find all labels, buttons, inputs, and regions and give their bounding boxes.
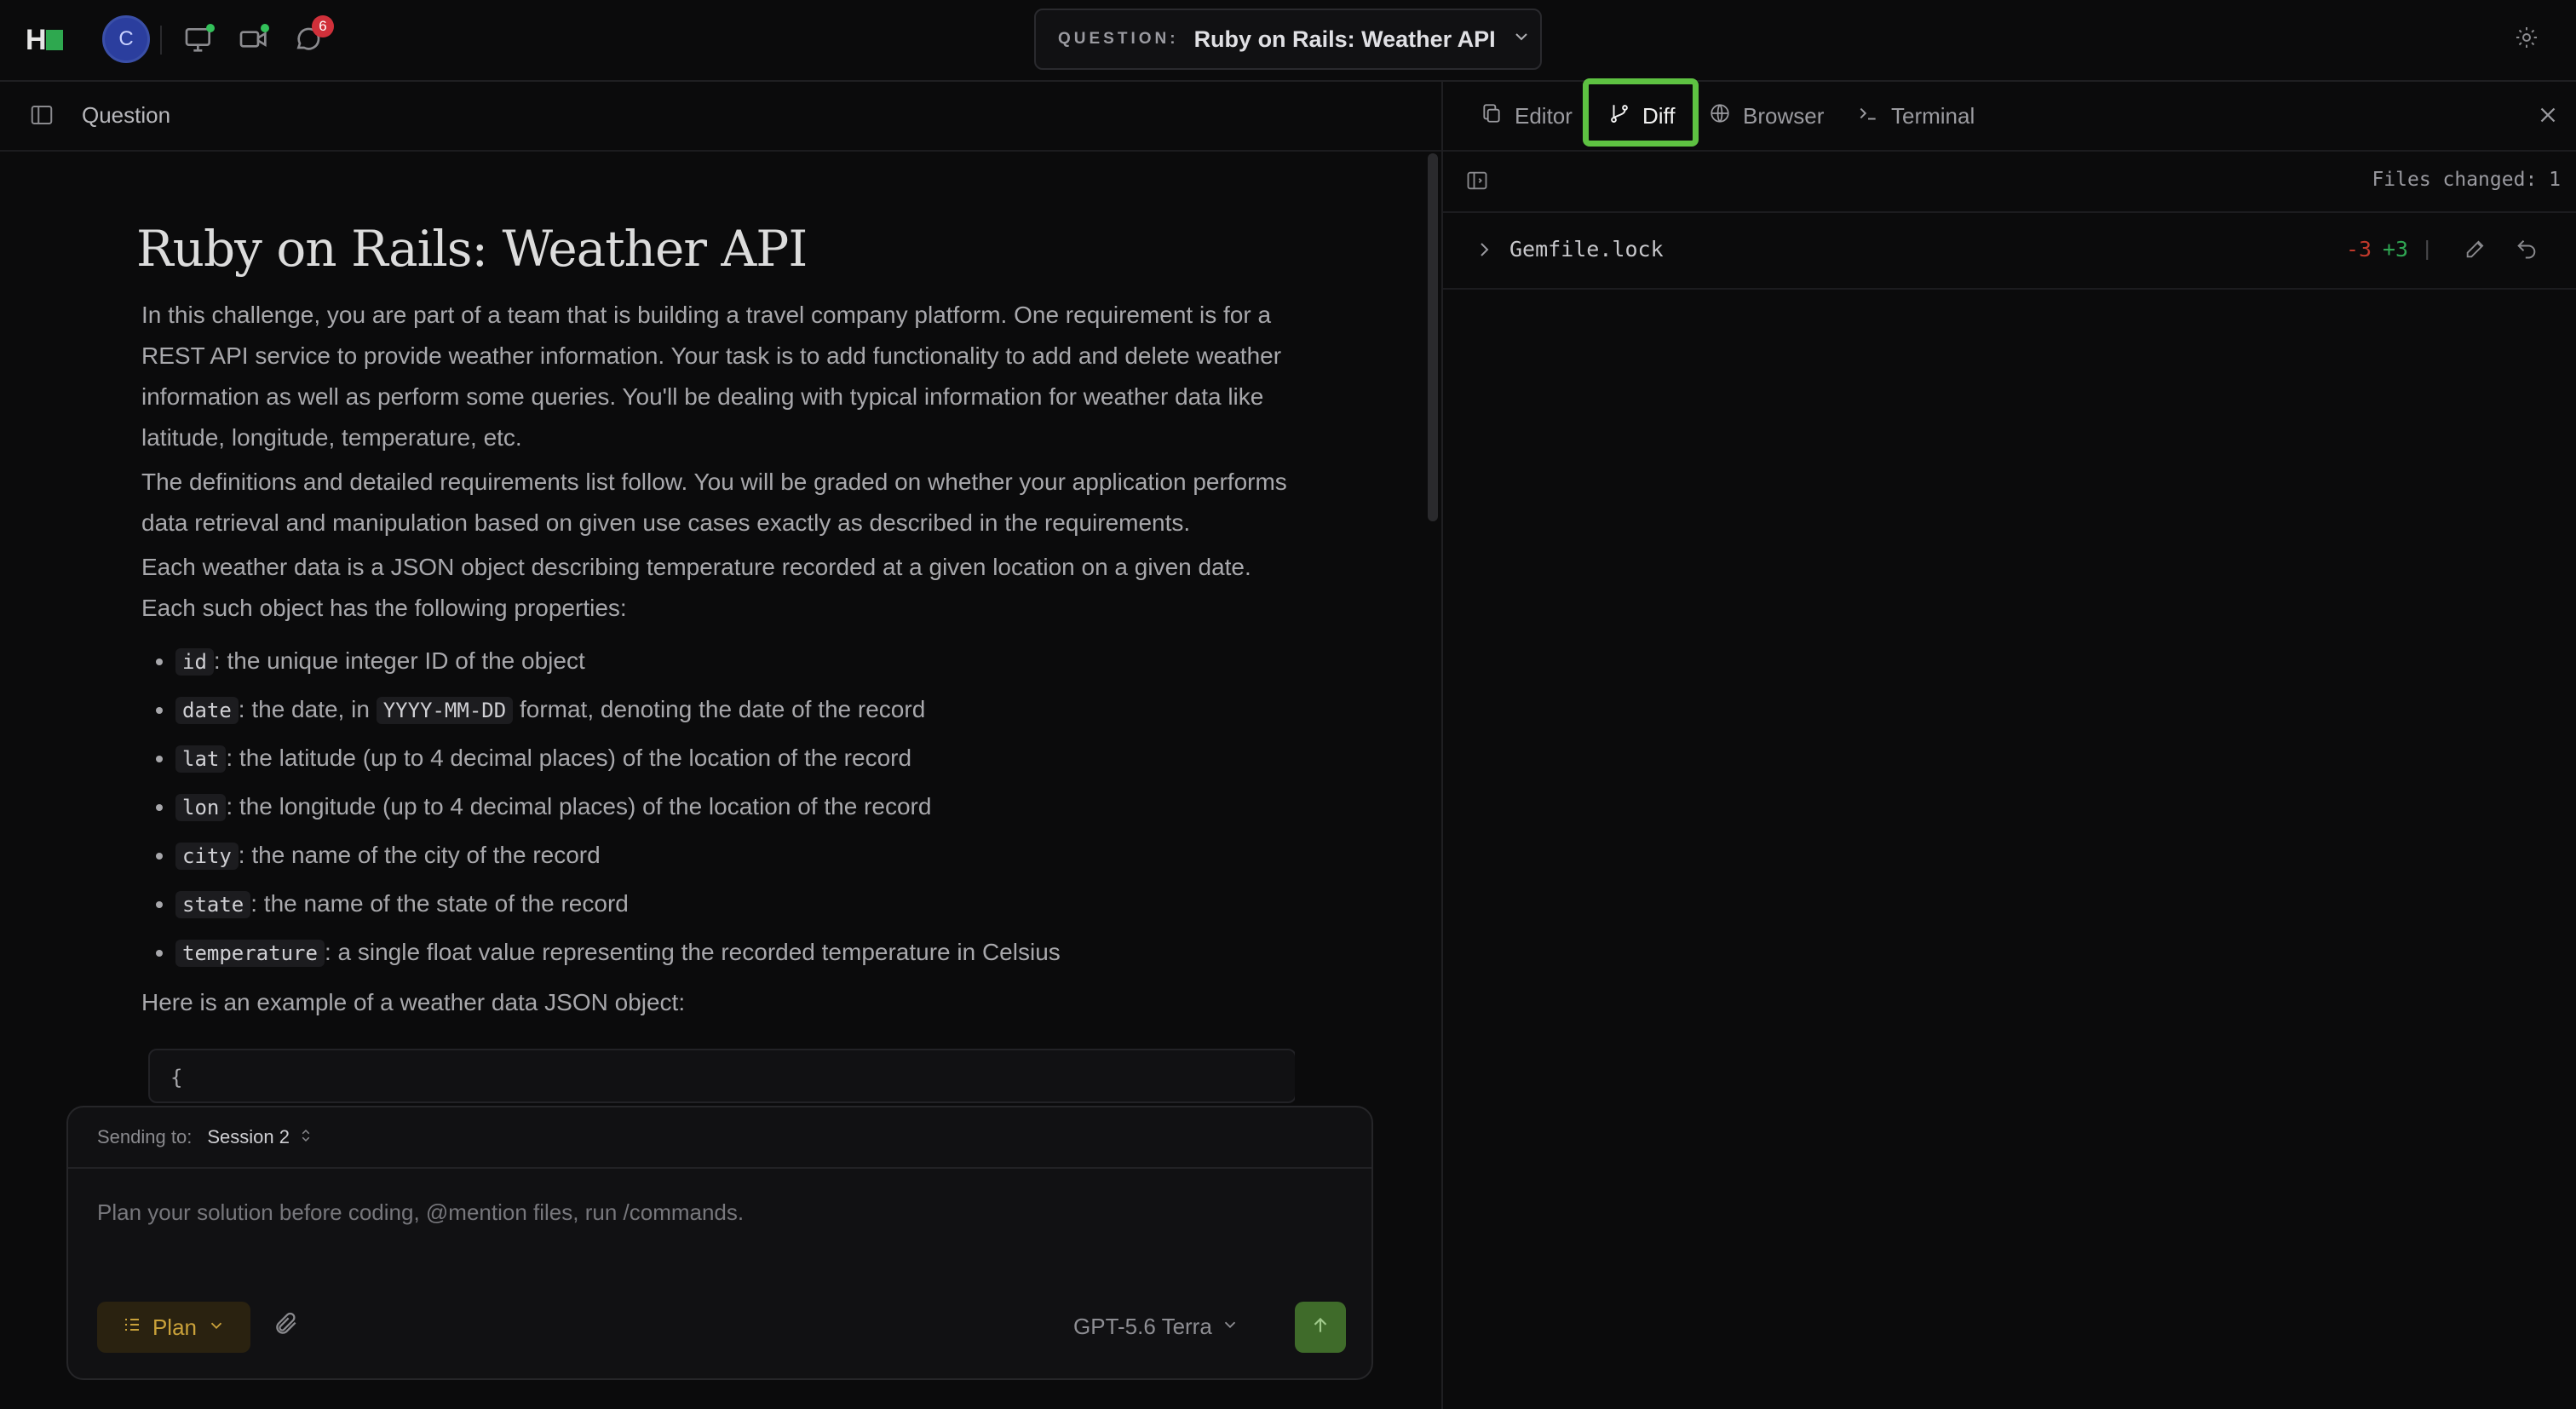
chevron-down-icon [207, 1314, 226, 1341]
property-text: : the latitude (up to 4 decimal places) … [226, 745, 912, 771]
app-logo[interactable]: H [26, 26, 65, 55]
property-text: : the date, in [238, 696, 377, 722]
property-list: id: the unique integer ID of the object … [141, 637, 1295, 977]
chevron-right-icon[interactable] [1474, 239, 1494, 261]
chevron-up-down-icon [298, 1128, 313, 1147]
message-input[interactable]: Plan your solution before coding, @menti… [97, 1199, 744, 1226]
property-text: : the longitude (up to 4 decimal places)… [226, 793, 932, 820]
question-panel-header: Question [0, 82, 1441, 152]
avatar-initial: C [118, 27, 134, 50]
paragraph: The definitions and detailed requirement… [141, 469, 1287, 536]
gear-icon[interactable] [2513, 24, 2544, 55]
property-code: lat [175, 745, 227, 773]
status-dot [261, 24, 269, 32]
paperclip-icon[interactable] [273, 1310, 307, 1344]
file-name[interactable]: Gemfile.lock [1509, 237, 1664, 262]
example-intro: Here is an example of a weather data JSO… [141, 989, 686, 1015]
property-text: : the name of the state of the record [250, 890, 629, 917]
session-row: Sending to: Session 2 [68, 1107, 1371, 1169]
terminal-icon [1857, 102, 1879, 130]
question-title: Ruby on Rails: Weather API [1193, 26, 1496, 52]
list-item: id: the unique integer ID of the object [175, 637, 1295, 686]
plan-mode-button[interactable]: Plan [97, 1302, 250, 1353]
panel-title: Question [82, 102, 171, 128]
list-item: city: the name of the city of the record [175, 831, 1295, 880]
list-icon [122, 1314, 142, 1341]
list-item: temperature: a single float value repres… [175, 929, 1295, 977]
avatar[interactable]: C [102, 15, 150, 63]
logo-letter: H [26, 24, 47, 56]
undo-icon[interactable] [2515, 237, 2539, 261]
chevron-down-icon [1221, 1314, 1239, 1340]
paragraph: In this challenge, you are part of a tea… [141, 302, 1282, 451]
panel-collapse-icon[interactable] [1465, 169, 1491, 194]
status-dot [206, 24, 215, 32]
toolbar-divider [160, 26, 162, 55]
session-selector[interactable]: Session 2 [207, 1126, 313, 1148]
property-text: : the unique integer ID of the object [213, 647, 585, 674]
chat-composer: Sending to: Session 2 Plan your solution… [66, 1106, 1373, 1380]
edit-icon[interactable] [2464, 237, 2487, 261]
diff-file-row[interactable]: Gemfile.lock -3 +3 | [1443, 213, 2576, 290]
paragraph: Each weather data is a JSON object descr… [141, 554, 1251, 621]
logo-square [46, 30, 63, 50]
model-selector[interactable]: GPT-5.6 Terra [1073, 1314, 1239, 1340]
files-changed-count: Files changed: 1 [2372, 169, 2561, 191]
video-camera-icon[interactable] [237, 22, 271, 56]
property-code: city [175, 843, 239, 870]
tab-terminal[interactable]: Terminal [1857, 82, 1975, 150]
copy-icon [1481, 102, 1503, 130]
sidebar-toggle-icon[interactable] [29, 102, 55, 128]
question-scrollbar[interactable] [1428, 153, 1438, 521]
code-line: { [170, 1066, 183, 1090]
list-item: state: the name of the state of the reco… [175, 880, 1295, 929]
active-tab-highlight [1583, 78, 1699, 147]
property-code: date [175, 697, 239, 724]
list-item: lat: the latitude (up to 4 decimal place… [175, 734, 1295, 783]
close-icon[interactable] [2535, 102, 2561, 128]
diff-toolbar: Files changed: 1 [1443, 152, 2576, 213]
arrow-up-icon [1309, 1314, 1331, 1341]
tab-label: Editor [1515, 102, 1573, 129]
plan-mode-label: Plan [152, 1314, 198, 1340]
property-text: : the name of the city of the record [238, 842, 601, 868]
question-label: QUESTION: [1058, 30, 1179, 48]
separator: | [2424, 237, 2430, 261]
chevron-down-icon [1511, 26, 1532, 52]
tab-browser[interactable]: Browser [1709, 82, 1824, 150]
globe-icon [1709, 102, 1731, 130]
send-button[interactable] [1295, 1302, 1346, 1353]
list-item: lon: the longitude (up to 4 decimal plac… [175, 783, 1295, 831]
doc-title: Ruby on Rails: Weather API [136, 220, 808, 278]
property-text: : a single float value representing the … [324, 939, 1061, 965]
property-code: temperature [175, 940, 325, 967]
notification-badge: 6 [312, 15, 334, 37]
tab-label: Terminal [1891, 102, 1975, 129]
list-item: date: the date, in YYYY-MM-DD format, de… [175, 686, 1295, 734]
property-code: lon [175, 794, 227, 821]
chat-bubble-icon[interactable]: 6 [291, 15, 334, 56]
property-code: state [175, 891, 251, 918]
additions-count: +3 [2383, 237, 2409, 262]
model-label: GPT-5.6 Terra [1073, 1314, 1212, 1339]
deletions-count: -3 [2346, 237, 2372, 262]
question-selector[interactable]: QUESTION: Ruby on Rails: Weather API [1034, 9, 1542, 70]
tab-label: Browser [1743, 102, 1825, 129]
sending-label: Sending to: [97, 1126, 193, 1147]
question-content: Ruby on Rails: Weather API In this chall… [136, 150, 1295, 1106]
code-block: { [148, 1049, 1295, 1103]
screen-share-icon[interactable] [182, 22, 216, 56]
property-code: id [175, 648, 214, 676]
top-bar: H C 6 QUESTION: Ruby on Rails: Weather A… [0, 0, 2576, 82]
property-text: format, denoting the date of the record [513, 696, 926, 722]
session-value: Session 2 [207, 1126, 290, 1147]
property-code: YYYY-MM-DD [376, 697, 514, 724]
tab-editor[interactable]: Editor [1481, 82, 1573, 150]
